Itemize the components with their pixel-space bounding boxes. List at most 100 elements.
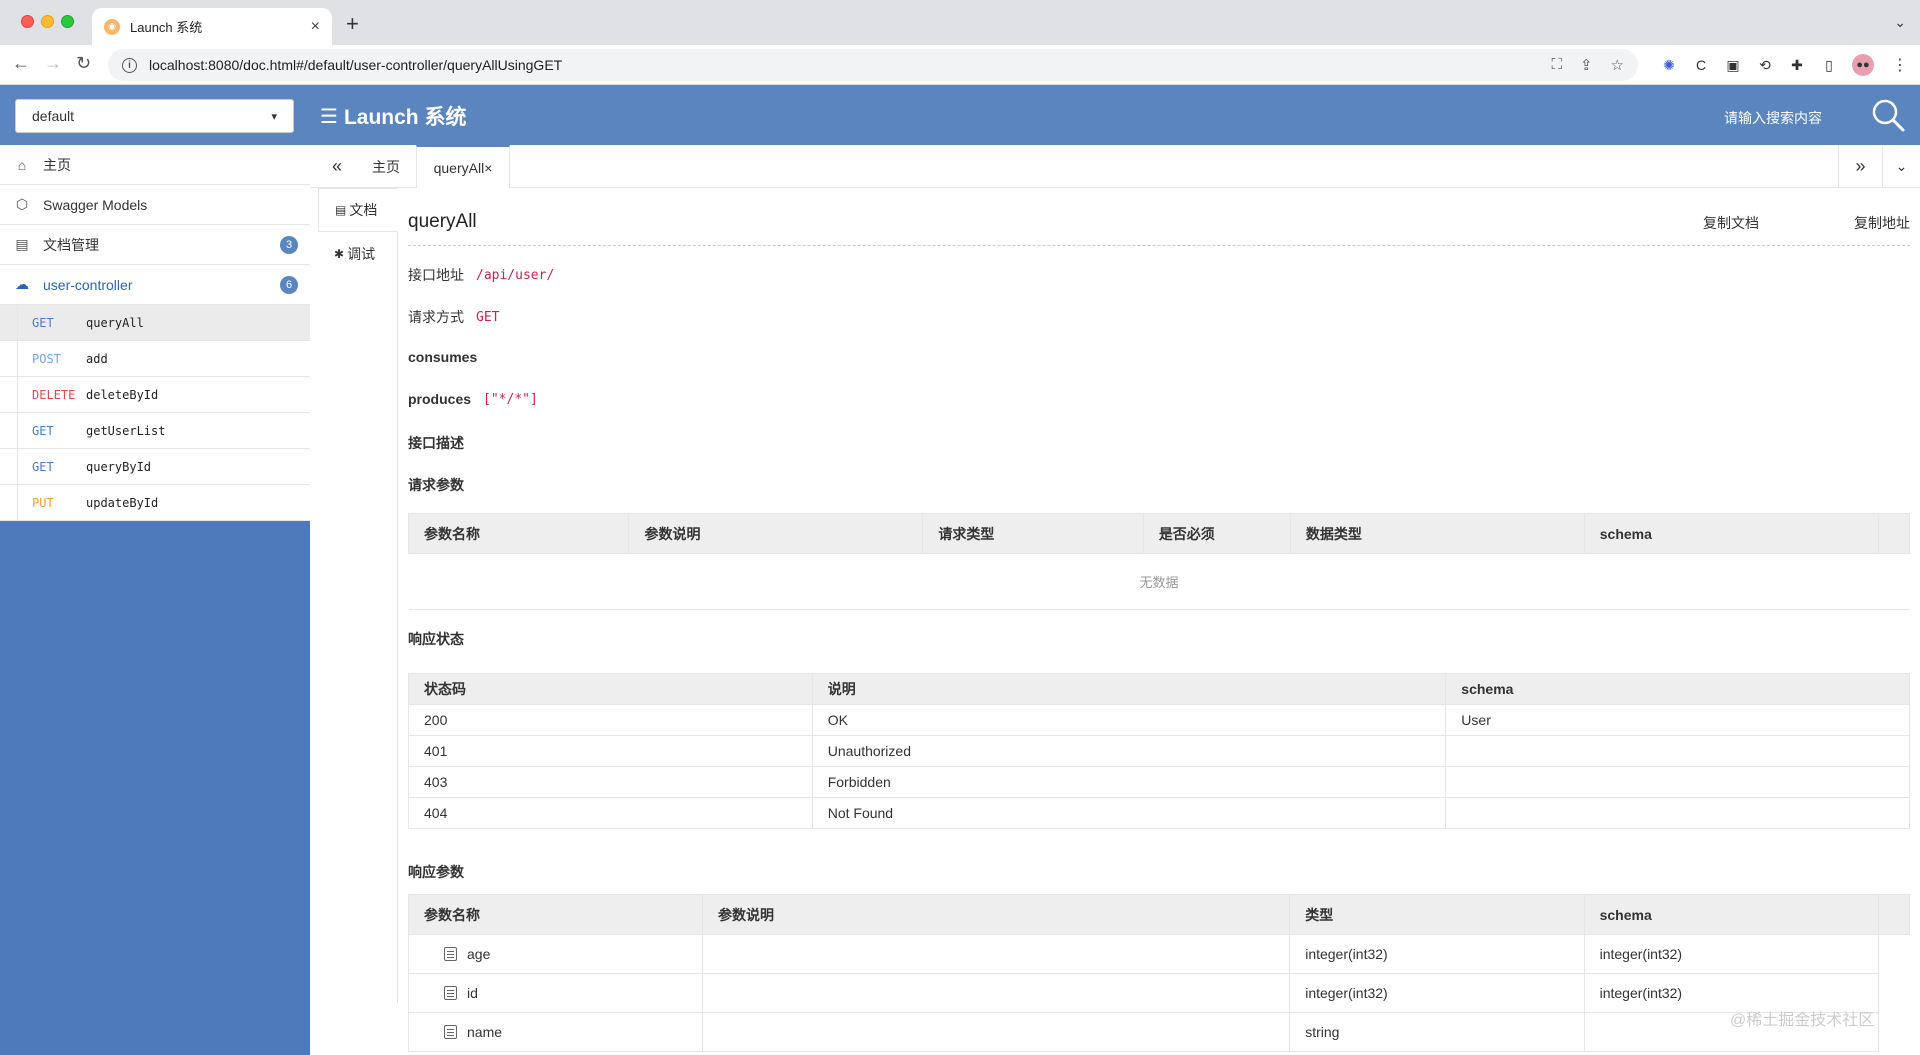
field-doc-icon [444,947,457,961]
status-schema [1445,797,1910,829]
empty-row: 无数据 [408,553,1910,610]
sidebar-item-user-controller[interactable]: ☁ user-controller 6 [0,265,310,305]
sidebar-item-swagger-models[interactable]: ⬡ Swagger Models [0,185,310,225]
file-icon: ▤ [335,203,347,217]
url-text[interactable]: localhost:8080/doc.html#/default/user-co… [149,57,1551,73]
api-method: GET [32,459,54,474]
table-row: 404 Not Found [408,797,1910,829]
maximize-window-button[interactable] [61,15,74,28]
field-label: produces [408,391,472,407]
sidepanel-icon[interactable]: ▯ [1820,56,1838,74]
close-tab-icon[interactable]: × [484,160,492,176]
close-tab-icon[interactable]: × [311,18,320,36]
table-row: 401 Unauthorized [408,735,1910,767]
tab-label: queryAll [433,159,485,176]
status-schema: User [1445,704,1910,736]
scroll-right-icon[interactable]: » [1838,145,1882,188]
api-item-queryAll[interactable]: GET queryAll [0,305,310,341]
chevron-double-down-icon[interactable]: ⌄ [1882,145,1920,188]
bookmark-star-icon[interactable]: ☆ [1611,56,1624,74]
column-header: schema [1583,513,1879,554]
api-method: DELETE [32,387,76,402]
scroll-left-icon[interactable]: « [310,145,364,188]
close-window-button[interactable] [21,15,34,28]
api-item-queryById[interactable]: GET queryById [0,449,310,485]
back-arrow-icon[interactable]: ← [12,53,30,74]
response-status-table: 状态码 说明 schema 200 OK User 401 Unauthoriz… [408,673,1910,829]
tab-search-chevron-icon[interactable]: ⌄ [1894,14,1906,31]
api-method: POST [32,351,61,366]
watermark: @稀土掘金技术社区 [1730,1012,1875,1029]
status-code: 401 [408,735,813,767]
status-code: 403 [408,766,813,798]
column-header-scrollbar [1877,513,1910,554]
app-header: default ▾ ☰ Launch 系统 请输入搜索内容 [0,85,1920,145]
api-item-deleteById[interactable]: DELETE deleteById [0,377,310,413]
translate-icon[interactable]: ⛶ [1551,56,1562,74]
share-icon[interactable]: ⇪ [1580,56,1593,74]
extension-sync-icon[interactable]: ⟲ [1756,56,1774,74]
browser-tab[interactable]: ◉ Launch 系统 × [92,8,332,45]
copy-url-button[interactable]: 复制地址 [1854,213,1910,233]
table-header-row: 参数名称 参数说明 请求类型 是否必须 数据类型 schema [408,513,1910,554]
profile-avatar[interactable]: ●● [1852,54,1874,76]
tab-doc[interactable]: ▤ 文档 [318,188,398,232]
column-header: schema [1445,673,1910,705]
tab-home[interactable]: 主页 [372,145,400,188]
table-header-row: 参数名称 参数说明 类型 schema [408,894,1910,935]
api-item-getUserList[interactable]: GET getUserList [0,413,310,449]
extension-gear-icon[interactable]: ✺ [1660,56,1678,74]
site-info-icon[interactable]: i [122,57,137,73]
extension-box-icon[interactable]: ▣ [1724,56,1742,74]
tab-debug-label: 调试 [347,246,376,262]
search-input[interactable]: 请输入搜索内容 [1724,108,1822,128]
doc-panel: queryAll 复制文档 复制地址 接口地址 /api/user/ 请求方式 … [408,188,1910,1055]
api-item-add[interactable]: POST add [0,341,310,377]
description-field: 接口描述 [408,433,476,453]
sidebar-item-home[interactable]: ⌂ 主页 [0,145,310,185]
count-badge: 3 [280,235,298,254]
column-header: 数据类型 [1289,513,1585,554]
browser-toolbar: ← → ↻ i localhost:8080/doc.html#/default… [0,45,1920,85]
param-type: integer(int32) [1289,973,1585,1013]
status-code: 200 [408,704,813,736]
api-item-updateById[interactable]: PUT updateById [0,485,310,521]
field-label: 接口地址 [408,267,464,283]
extension-c-icon[interactable]: C [1692,56,1710,74]
api-name: updateById [86,495,159,510]
group-select[interactable]: default ▾ [15,99,294,133]
forward-arrow-icon[interactable]: → [44,53,62,74]
api-name: getUserList [86,423,166,438]
sidebar: ⌂ 主页 ⬡ Swagger Models ▤ 文档管理 3 ☁ user-co… [0,145,310,1055]
reload-icon[interactable]: ↻ [76,53,91,74]
cloud-icon: ☁ [15,276,29,292]
brand: ☰ Launch 系统 [320,101,466,131]
minimize-window-button[interactable] [41,15,54,28]
param-desc [702,973,1291,1013]
param-type: integer(int32) [1289,934,1585,974]
column-header: 参数名称 [408,513,630,554]
section-label: 接口描述 [408,435,464,451]
status-desc: Unauthorized [811,735,1447,767]
menu-toggle-icon[interactable]: ☰ [320,104,338,129]
response-params-heading: 响应参数 [408,862,476,882]
api-name: add [86,351,108,366]
sidebar-item-doc-manage[interactable]: ▤ 文档管理 3 [0,225,310,265]
doc-manage-icon: ▤ [15,236,29,252]
extensions-puzzle-icon[interactable]: ✚ [1788,56,1806,74]
group-select-value: default [32,108,75,124]
status-schema [1445,766,1910,798]
response-status-heading: 响应状态 [408,629,476,649]
new-tab-icon[interactable]: + [346,11,359,37]
address-bar[interactable]: i localhost:8080/doc.html#/default/user-… [108,49,1638,81]
content-tabbar: « 主页 queryAll × » ⌄ [310,145,1920,188]
api-name: queryById [86,459,152,474]
api-method: PUT [32,495,54,510]
tab-queryAll[interactable]: queryAll × [416,145,510,188]
tab-debug[interactable]: ✱ 调试 [318,232,397,276]
browser-menu-icon[interactable]: ⋮ [1892,55,1908,75]
copy-doc-button[interactable]: 复制文档 [1703,213,1759,233]
search-icon[interactable] [1870,97,1906,133]
api-name: queryAll [86,315,144,330]
api-address-field: 接口地址 /api/user/ [408,265,554,285]
